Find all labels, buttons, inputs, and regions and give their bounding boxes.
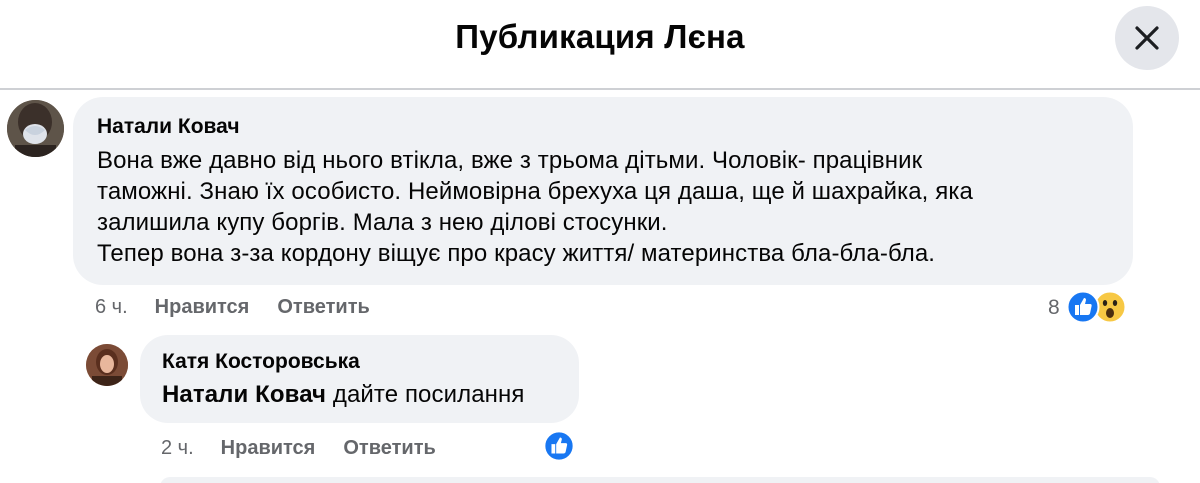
reaction-count[interactable]: 8 bbox=[1048, 296, 1060, 320]
reply-button[interactable]: Ответить bbox=[343, 437, 435, 460]
like-icon[interactable] bbox=[1066, 290, 1100, 324]
comment-text: Вона вже давно від нього втікла, вже з т… bbox=[97, 147, 973, 267]
close-icon bbox=[1135, 26, 1159, 50]
avatar[interactable] bbox=[86, 344, 128, 386]
avatar[interactable] bbox=[7, 100, 64, 157]
reply-input-partial[interactable] bbox=[160, 477, 1160, 483]
page-title: Публикация Лєна bbox=[455, 18, 745, 55]
like-icon[interactable] bbox=[543, 430, 575, 462]
comment-bubble: Катя Косторовська Натали Ковач дайте пос… bbox=[140, 335, 579, 423]
comment-text-body: дайте посилання bbox=[326, 381, 525, 408]
close-button[interactable] bbox=[1115, 6, 1179, 70]
header-divider bbox=[0, 88, 1200, 90]
comment-actions: 2 ч. Нравится Ответить bbox=[161, 437, 464, 460]
reply-button[interactable]: Ответить bbox=[277, 296, 369, 319]
comment-author[interactable]: Катя Косторовська bbox=[162, 349, 557, 375]
mention-link[interactable]: Натали Ковач bbox=[162, 381, 326, 408]
comment-text: Натали Ковач дайте посилання bbox=[162, 379, 557, 410]
like-button[interactable]: Нравится bbox=[155, 296, 250, 319]
comment-time[interactable]: 6 ч. bbox=[95, 296, 128, 319]
comment-bubble: Натали Ковач Вона вже давно від нього вт… bbox=[73, 97, 1133, 285]
comment-time[interactable]: 2 ч. bbox=[161, 437, 194, 460]
post-header: Публикация Лєна bbox=[0, 0, 1200, 88]
comment-actions: 6 ч. Нравится Ответить bbox=[95, 296, 398, 319]
comment-author[interactable]: Натали Ковач bbox=[97, 114, 1109, 140]
like-button[interactable]: Нравится bbox=[221, 437, 316, 460]
